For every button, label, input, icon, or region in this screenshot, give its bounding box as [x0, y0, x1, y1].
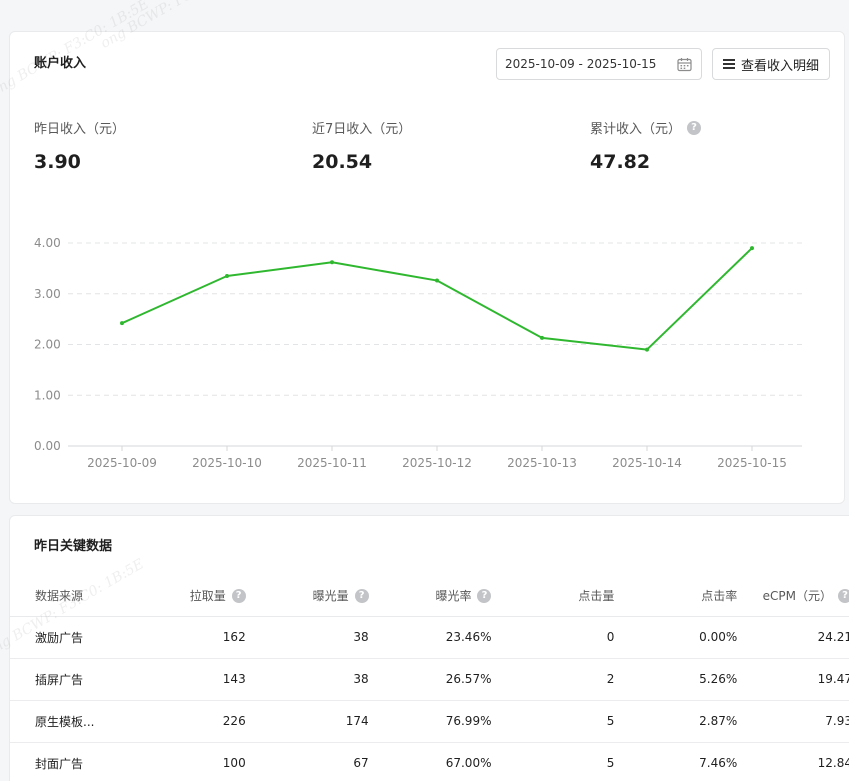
- cell-ctr: 2.87%: [620, 700, 744, 743]
- cell-ecpm: 7.93: [743, 700, 849, 743]
- col-ecpm: eCPM（元）?: [743, 576, 849, 617]
- y-tick-label: 4.00: [34, 236, 61, 250]
- cell-clicks: 5: [497, 700, 621, 743]
- cell-ecpm: 24.21: [743, 616, 849, 659]
- income-series-line: [121, 247, 753, 351]
- data-point: [750, 246, 754, 251]
- help-icon[interactable]: ?: [838, 588, 849, 603]
- cell-clicks: 5: [497, 742, 621, 781]
- key-data-title: 昨日关键数据: [34, 539, 113, 554]
- y-tick-label: 2.00: [34, 338, 61, 352]
- key-data-card: 昨日关键数据 数据来源 拉取量? 曝光量? 曝光率? 点击量 点击率 eCPM（…: [9, 515, 849, 781]
- col-requests: 拉取量?: [143, 576, 252, 617]
- cell-ctr: 0.00%: [620, 616, 744, 659]
- x-tick-label: 2025-10-10: [192, 456, 262, 470]
- data-point: [120, 321, 124, 326]
- cell-impressions: 38: [251, 616, 375, 659]
- table-row: 激励广告 162 38 23.46% 0 0.00% 24.21: [10, 616, 849, 659]
- cell-ecpm: 12.84: [743, 742, 849, 781]
- cell-requests: 143: [143, 658, 252, 701]
- cell-source: 插屏广告: [10, 658, 144, 701]
- table-header-row: 数据来源 拉取量? 曝光量? 曝光率? 点击量 点击率 eCPM（元）?: [10, 576, 849, 617]
- table-row: 封面广告 100 67 67.00% 5 7.46% 12.84: [10, 742, 849, 781]
- col-ctr: 点击率: [620, 576, 744, 617]
- cell-impression-rate: 67.00%: [374, 742, 498, 781]
- data-point: [225, 273, 229, 278]
- x-tick-label: 2025-10-12: [402, 456, 472, 470]
- x-tick-label: 2025-10-14: [612, 456, 682, 470]
- cell-requests: 226: [143, 700, 252, 743]
- cell-ecpm: 19.47: [743, 658, 849, 701]
- data-point: [435, 278, 439, 283]
- col-impressions: 曝光量?: [251, 576, 375, 617]
- cell-requests: 162: [143, 616, 252, 659]
- cell-clicks: 0: [497, 616, 621, 659]
- table-row: 原生模板... 226 174 76.99% 5 2.87% 7.93: [10, 700, 849, 743]
- cell-clicks: 2: [497, 658, 621, 701]
- cell-source: 激励广告: [10, 616, 144, 659]
- col-clicks: 点击量: [497, 576, 621, 617]
- x-tick-label: 2025-10-13: [507, 456, 577, 470]
- cell-impressions: 67: [251, 742, 375, 781]
- key-data-table: 数据来源 拉取量? 曝光量? 曝光率? 点击量 点击率 eCPM（元）? 激励广…: [10, 576, 849, 781]
- y-tick-label: 1.00: [34, 388, 61, 402]
- help-icon[interactable]: ?: [477, 588, 492, 603]
- cell-impressions: 174: [251, 700, 375, 743]
- x-tick-label: 2025-10-11: [297, 456, 367, 470]
- help-icon[interactable]: ?: [231, 588, 246, 603]
- cell-impression-rate: 76.99%: [374, 700, 498, 743]
- data-point: [540, 335, 544, 340]
- cell-ctr: 5.26%: [620, 658, 744, 701]
- col-source: 数据来源: [10, 576, 144, 617]
- cell-requests: 100: [143, 742, 252, 781]
- help-icon[interactable]: ?: [354, 588, 369, 603]
- x-tick-label: 2025-10-15: [717, 456, 787, 470]
- cell-source: 原生模板...: [10, 700, 144, 743]
- income-card: 账户收入 2025-10-09 - 2025-10-15 查看收入明细 昨日收入…: [9, 31, 845, 504]
- y-tick-label: 0.00: [34, 439, 61, 453]
- x-tick-label: 2025-10-09: [87, 456, 157, 470]
- cell-impression-rate: 23.46%: [374, 616, 498, 659]
- cell-ctr: 7.46%: [620, 742, 744, 781]
- table-row: 插屏广告 143 38 26.57% 2 5.26% 19.47: [10, 658, 849, 701]
- cell-impressions: 38: [251, 658, 375, 701]
- income-line-chart: 0.00 1.00 2.00 3.00 4.00 2025-10-09 2025-10-10…: [34, 236, 802, 470]
- y-tick-label: 3.00: [34, 287, 61, 301]
- cell-impression-rate: 26.57%: [374, 658, 498, 701]
- cell-source: 封面广告: [10, 742, 144, 781]
- data-point: [330, 260, 334, 265]
- data-point: [645, 347, 649, 352]
- col-impression-rate: 曝光率?: [374, 576, 498, 617]
